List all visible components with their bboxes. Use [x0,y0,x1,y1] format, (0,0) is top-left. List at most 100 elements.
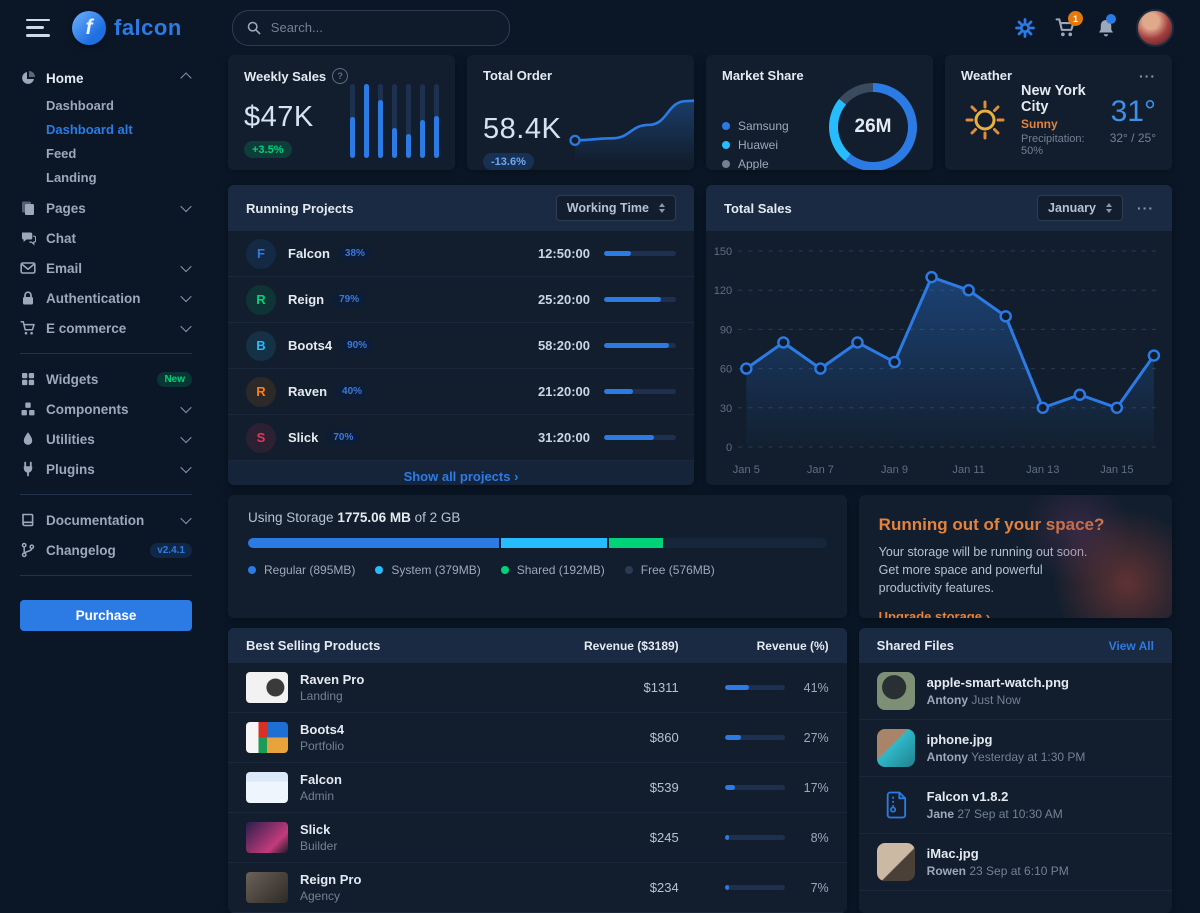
product-category[interactable]: Admin [300,789,342,803]
total-order-title: Total Order [483,68,552,83]
product-name[interactable]: Slick [300,822,337,837]
product-name[interactable]: Raven Pro [300,672,364,687]
shared-file-item: iMac.jpgRowen 23 Sep at 6:10 PM [859,834,1172,891]
product-name[interactable]: Boots4 [300,722,344,737]
cart-icon[interactable]: 1 [1055,17,1076,38]
storage-legend-item: Free (576MB) [625,563,715,577]
product-thumbnail[interactable] [246,672,288,703]
sidebar-item-utilities[interactable]: Utilities [20,424,192,454]
purchase-button[interactable]: Purchase [20,600,192,631]
zip-file-icon[interactable] [877,786,915,824]
file-name[interactable]: iphone.jpg [927,732,1086,747]
product-category[interactable]: Builder [300,839,337,853]
month-select[interactable]: January [1037,195,1123,221]
project-name[interactable]: Slick [288,430,318,445]
settings-gear-icon[interactable] [1015,18,1035,38]
info-icon[interactable] [332,68,348,84]
sidebar-item-email[interactable]: Email [20,253,192,283]
project-name[interactable]: Falcon [288,246,330,261]
project-row: RRaven40%21:20:00 [228,369,694,415]
project-name[interactable]: Boots4 [288,338,332,353]
products-table-header: Best Selling Products Revenue ($3189) Re… [228,628,847,663]
sidebar-item-components[interactable]: Components [20,394,192,424]
project-name[interactable]: Raven [288,384,327,399]
weekly-bar-track [378,84,383,158]
upgrade-storage-link[interactable]: Upgrade storage › [879,609,990,618]
user-avatar[interactable] [1136,9,1174,47]
sidebar-item-ecommerce[interactable]: E commerce [20,313,192,343]
notifications-bell-icon[interactable] [1096,18,1116,38]
product-category[interactable]: Agency [300,889,361,903]
project-progress-badge: 40% [335,384,369,399]
sidebar-item-changelog[interactable]: Changelogv2.4.1 [20,535,192,565]
project-avatar: S [246,423,276,453]
best-selling-products-card: Best Selling Products Revenue ($3189) Re… [228,628,847,913]
storage-segment-shared [609,538,663,548]
sidebar-item-authentication[interactable]: Authentication [20,283,192,313]
shared-files-card: Shared Files View All apple-smart-watch.… [859,628,1172,913]
market-share-legend: SamsungHuaweiApple [722,119,789,170]
product-category[interactable]: Portfolio [300,739,344,753]
file-name[interactable]: iMac.jpg [927,846,1069,861]
product-revenue: $539 [569,780,679,795]
sidebar-item-landing[interactable]: Landing [46,165,192,189]
project-progress-fill [604,343,669,348]
notification-indicator [1106,14,1116,24]
storage-label: Using Storage 1775.06 MB of 2 GB [248,510,827,525]
product-thumbnail[interactable] [246,872,288,903]
project-avatar: F [246,239,276,269]
hamburger-menu-icon[interactable] [26,19,50,37]
shared-file-item: iphone.jpg Antony Yesterday at 1:30 PM [859,720,1172,777]
sidebar-item-home[interactable]: Home [20,63,192,93]
project-row: SSlick70%31:20:00 [228,415,694,461]
svg-text:Jan 9: Jan 9 [881,464,908,476]
pages-icon [20,200,36,216]
market-share-title: Market Share [722,68,804,83]
weather-menu-icon[interactable] [1139,69,1156,83]
file-meta: Antony Yesterday at 1:30 PM [927,750,1086,764]
project-progress-track [604,251,676,256]
file-name[interactable]: apple-smart-watch.png [927,675,1069,690]
sidebar-item-widgets[interactable]: WidgetsNew [20,364,192,394]
sidebar-item-plugins[interactable]: Plugins [20,454,192,484]
sidebar-divider [20,575,192,576]
product-name[interactable]: Reign Pro [300,872,361,887]
storage-legend: Regular (895MB)System (379MB)Shared (192… [248,563,827,577]
chevron-down-icon [180,261,191,272]
shared-file-item: Falcon v1.8.2Jane 27 Sep at 10:30 AM [859,777,1172,834]
search-input[interactable] [269,19,495,36]
product-info: Slick Builder [300,822,337,853]
chevron-down-icon [180,402,191,413]
product-thumbnail[interactable] [246,722,288,753]
book-icon [20,512,36,528]
sidebar-item-pages[interactable]: Pages [20,193,192,223]
working-time-select[interactable]: Working Time [556,195,676,221]
file-name[interactable]: Falcon v1.8.2 [927,789,1063,804]
sidebar-item-dashboard-alt[interactable]: Dashboard alt [46,117,192,141]
legend-dot [722,141,730,149]
product-thumbnail[interactable] [246,822,288,853]
project-name[interactable]: Reign [288,292,324,307]
sidebar-item-chat[interactable]: Chat [20,223,192,253]
falcon-logo[interactable]: f falcon [72,11,182,45]
chevron-down-icon [180,462,191,473]
show-all-projects-link[interactable]: Show all projects › [404,469,519,484]
chevron-down-icon [180,321,191,332]
product-name[interactable]: Falcon [300,772,342,787]
sidebar-item-label: Home [46,71,172,86]
sidebar-item-dashboard[interactable]: Dashboard [46,93,192,117]
project-time: 31:20:00 [538,430,590,445]
file-thumbnail[interactable] [877,672,915,710]
sidebar-item-documentation[interactable]: Documentation [20,505,192,535]
file-thumbnail[interactable] [877,843,915,881]
stats-row: Weekly Sales $47K +3.5% Total Order 58.4… [228,55,1172,170]
weekly-bar-track [420,84,425,158]
sidebar-item-feed[interactable]: Feed [46,141,192,165]
components-icon [20,401,36,417]
total-sales-menu-icon[interactable] [1137,201,1154,215]
view-all-link[interactable]: View All [1109,639,1154,653]
product-category[interactable]: Landing [300,689,364,703]
file-thumbnail[interactable] [877,729,915,767]
product-thumbnail[interactable] [246,772,288,803]
market-share-center-label: 26M [855,116,892,138]
